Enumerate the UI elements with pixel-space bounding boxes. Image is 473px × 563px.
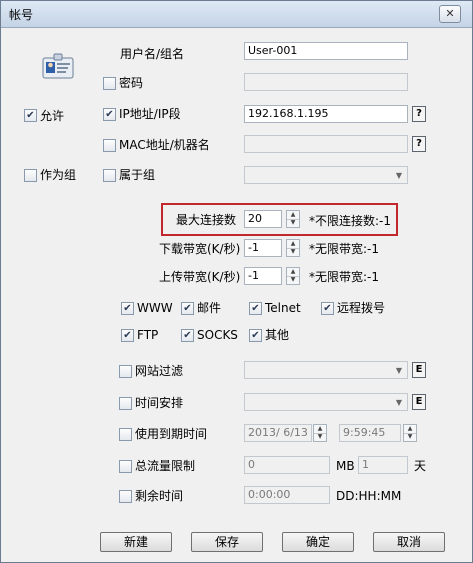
traffic-limit-input[interactable]: 0 xyxy=(244,456,330,474)
traffic-days-input[interactable]: 1 xyxy=(358,456,408,474)
chevron-down-icon: ▼ xyxy=(395,366,403,375)
traffic-unit-label: MB xyxy=(336,459,355,473)
schedule-edit-button[interactable]: E xyxy=(412,394,426,410)
password-label: 密码 xyxy=(119,76,144,90)
chevron-down-icon: ▼ xyxy=(395,171,403,180)
dialog-body: 用户名/组名 User-001 密码 允许 IP地址/IP段 192.168.1… xyxy=(1,28,472,562)
traffic-limit-checkbox[interactable] xyxy=(119,460,132,473)
expiry-date-input[interactable]: 2013/ 6/13 xyxy=(244,424,312,442)
save-button[interactable]: 保存 xyxy=(191,532,263,552)
upload-hint: *无限带宽:-1 xyxy=(309,270,380,284)
service-telnet-checkbox[interactable] xyxy=(249,302,262,315)
user-card-icon xyxy=(42,53,74,79)
upload-input[interactable]: -1 xyxy=(244,267,282,285)
service-ftp-label: FTP xyxy=(137,328,159,342)
service-www-label: WWW xyxy=(137,301,173,315)
account-dialog: 帐号 ✕ 用户名/组名 User-001 密码 允许 IP地址/IP段 192.… xyxy=(0,0,473,563)
upload-label: 上传带宽(K/秒) xyxy=(159,270,241,284)
service-mail-label: 邮件 xyxy=(197,301,222,315)
expiry-date-spinner[interactable]: ▲ ▼ xyxy=(313,424,327,442)
service-socks-label: SOCKS xyxy=(197,328,238,342)
traffic-days-unit-label: 天 xyxy=(414,459,427,473)
service-other-checkbox[interactable] xyxy=(249,329,262,342)
mac-help-button[interactable]: ? xyxy=(412,136,426,152)
web-filter-edit-button[interactable]: E xyxy=(412,362,426,378)
remaining-time-format: DD:HH:MM xyxy=(336,489,402,503)
belongs-group-checkbox[interactable] xyxy=(103,169,116,182)
chevron-down-icon: ▼ xyxy=(395,398,403,407)
ip-label: IP地址/IP段 xyxy=(119,107,181,121)
ip-checkbox[interactable] xyxy=(103,108,116,121)
max-connections-input[interactable]: 20 xyxy=(244,210,282,228)
as-group-checkbox[interactable] xyxy=(24,169,37,182)
download-label: 下载带宽(K/秒) xyxy=(159,242,241,256)
mac-label: MAC地址/机器名 xyxy=(119,138,210,152)
service-telnet-label: Telnet xyxy=(265,301,301,315)
download-input[interactable]: -1 xyxy=(244,239,282,257)
ok-button[interactable]: 确定 xyxy=(282,532,354,552)
username-label: 用户名/组名 xyxy=(120,47,185,61)
window-title: 帐号 xyxy=(9,8,34,22)
ip-input[interactable]: 192.168.1.195 xyxy=(244,105,408,123)
schedule-label: 时间安排 xyxy=(135,396,184,410)
schedule-checkbox[interactable] xyxy=(119,397,132,410)
cancel-button[interactable]: 取消 xyxy=(373,532,445,552)
mac-input[interactable] xyxy=(244,135,408,153)
password-checkbox[interactable] xyxy=(103,77,116,90)
service-dialup-checkbox[interactable] xyxy=(321,302,334,315)
max-connections-hint: *不限连接数:-1 xyxy=(309,214,392,228)
service-ftp-checkbox[interactable] xyxy=(121,329,134,342)
password-input[interactable] xyxy=(244,73,408,91)
allow-checkbox[interactable] xyxy=(24,109,37,122)
web-filter-checkbox[interactable] xyxy=(119,365,132,378)
service-mail-checkbox[interactable] xyxy=(181,302,194,315)
expiry-time-input[interactable]: 9:59:45 xyxy=(339,424,401,442)
max-connections-label: 最大连接数 xyxy=(176,213,237,227)
expiry-checkbox[interactable] xyxy=(119,428,132,441)
web-filter-select[interactable]: ▼ xyxy=(244,361,408,379)
mac-checkbox[interactable] xyxy=(103,139,116,152)
schedule-select[interactable]: ▼ xyxy=(244,393,408,411)
remaining-time-input[interactable]: 0:00:00 xyxy=(244,486,330,504)
remaining-time-label: 剩余时间 xyxy=(135,489,184,503)
upload-spinner[interactable]: ▲ ▼ xyxy=(286,267,300,285)
allow-label: 允许 xyxy=(40,109,65,123)
ip-help-button[interactable]: ? xyxy=(412,106,426,122)
expiry-time-spinner[interactable]: ▲ ▼ xyxy=(403,424,417,442)
download-spinner[interactable]: ▲ ▼ xyxy=(286,239,300,257)
web-filter-label: 网站过滤 xyxy=(135,364,184,378)
group-select[interactable]: ▼ xyxy=(244,166,408,184)
as-group-label: 作为组 xyxy=(40,168,77,182)
username-input[interactable]: User-001 xyxy=(244,42,408,60)
service-other-label: 其他 xyxy=(265,328,290,342)
service-www-checkbox[interactable] xyxy=(121,302,134,315)
traffic-limit-label: 总流量限制 xyxy=(135,459,196,473)
max-connections-spinner[interactable]: ▲ ▼ xyxy=(286,210,300,228)
title-bar: 帐号 ✕ xyxy=(1,1,472,28)
belongs-group-label: 属于组 xyxy=(119,168,156,182)
expiry-label: 使用到期时间 xyxy=(135,427,208,441)
download-hint: *无限带宽:-1 xyxy=(309,242,380,256)
close-button[interactable]: ✕ xyxy=(439,5,461,23)
new-button[interactable]: 新建 xyxy=(100,532,172,552)
remaining-time-checkbox[interactable] xyxy=(119,490,132,503)
service-socks-checkbox[interactable] xyxy=(181,329,194,342)
service-dialup-label: 远程拨号 xyxy=(337,301,386,315)
